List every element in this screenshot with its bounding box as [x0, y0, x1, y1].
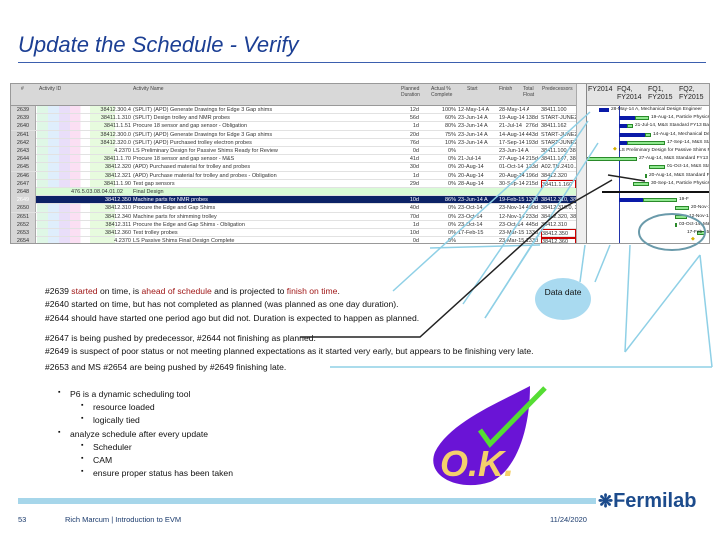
ok-graphic: O.K. — [433, 386, 547, 486]
ok-graphic-text: O.K. — [440, 443, 514, 484]
milestone-highlight-ring — [638, 213, 706, 251]
footer-bar — [18, 498, 596, 504]
page-number: 53 — [18, 515, 27, 524]
footer-author: Rich Marcum | Introduction to EVM — [65, 515, 182, 524]
fermilab-logo: ❋Fermilab — [598, 490, 697, 512]
footer-date: 11/24/2020 — [550, 515, 587, 524]
fermilab-logo-icon: ❋ — [598, 491, 614, 511]
annotation-arrows — [300, 111, 713, 368]
